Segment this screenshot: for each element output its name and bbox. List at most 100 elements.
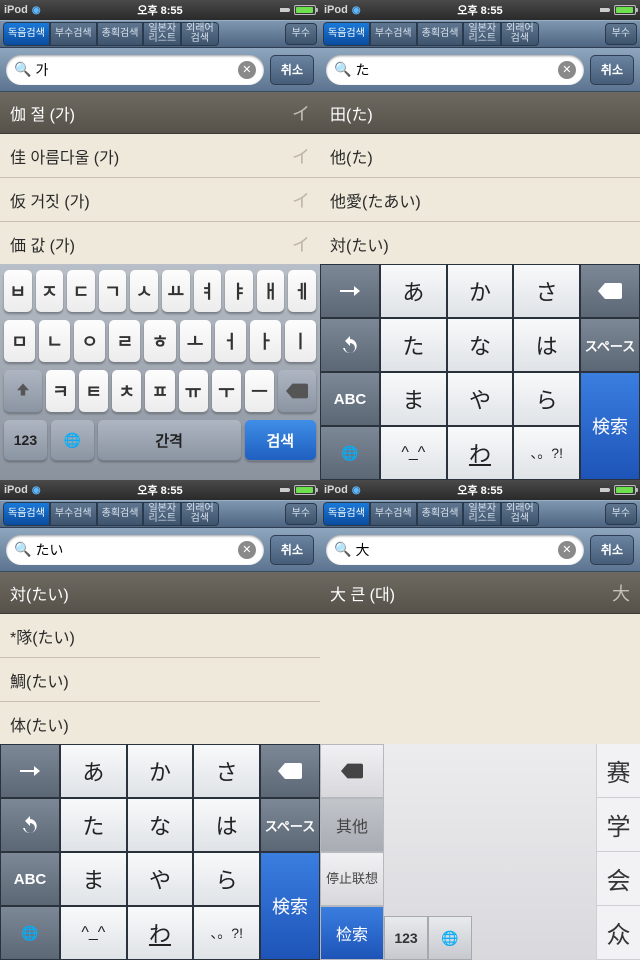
tab-stroke-search[interactable]: 총획검색: [97, 502, 144, 526]
cancel-button[interactable]: 취소: [270, 55, 314, 85]
key[interactable]: た: [60, 798, 127, 852]
key[interactable]: 、。?!: [513, 426, 580, 480]
candidate[interactable]: 众: [596, 906, 640, 960]
key[interactable]: ㅛ: [162, 270, 190, 312]
tab-loanword[interactable]: 외래어 검색: [181, 502, 219, 526]
tab-stroke-search[interactable]: 총획검색: [97, 22, 144, 46]
key[interactable]: た: [380, 318, 447, 372]
key[interactable]: ㅓ: [215, 320, 246, 362]
search-field[interactable]: 🔍 ✕: [6, 535, 264, 565]
key[interactable]: あ: [380, 264, 447, 318]
search-key[interactable]: 检索: [320, 906, 384, 960]
key[interactable]: ㅂ: [4, 270, 32, 312]
tab-loanword[interactable]: 외래어 검색: [501, 22, 539, 46]
cancel-button[interactable]: 취소: [590, 55, 634, 85]
tab-radical-search[interactable]: 부수검색: [370, 22, 417, 46]
key[interactable]: さ: [193, 744, 260, 798]
key[interactable]: ㄴ: [39, 320, 70, 362]
search-input[interactable]: [35, 542, 237, 558]
tab-loanword[interactable]: 외래어 검색: [181, 22, 219, 46]
key[interactable]: は: [193, 798, 260, 852]
search-key[interactable]: 検索: [580, 372, 640, 480]
key[interactable]: ㅔ: [288, 270, 316, 312]
key[interactable]: ^_^: [380, 426, 447, 480]
clear-icon[interactable]: ✕: [238, 541, 256, 559]
key[interactable]: ㅌ: [79, 370, 108, 412]
key[interactable]: か: [127, 744, 194, 798]
key[interactable]: ㅇ: [74, 320, 105, 362]
key[interactable]: ㅏ: [250, 320, 281, 362]
abc-key[interactable]: ABC: [320, 372, 380, 426]
search-field[interactable]: 🔍 ✕: [326, 535, 584, 565]
key[interactable]: ㄷ: [67, 270, 95, 312]
tab-reading-search[interactable]: 독음검색: [3, 502, 50, 526]
key[interactable]: ら: [193, 852, 260, 906]
tab-radical-search[interactable]: 부수검색: [370, 502, 417, 526]
tab-reading-search[interactable]: 독음검색: [323, 502, 370, 526]
other-key[interactable]: 其他: [320, 798, 384, 852]
tab-reading-search[interactable]: 독음검색: [323, 22, 370, 46]
key[interactable]: ㄱ: [99, 270, 127, 312]
key[interactable]: や: [127, 852, 194, 906]
tab-jp-list[interactable]: 일본자 리스트: [143, 22, 181, 46]
key[interactable]: ㅕ: [194, 270, 222, 312]
key[interactable]: ㅗ: [180, 320, 211, 362]
key[interactable]: ㅅ: [130, 270, 158, 312]
candidate[interactable]: 赛: [596, 744, 640, 798]
backspace-key[interactable]: [580, 264, 640, 318]
key[interactable]: な: [127, 798, 194, 852]
search-input[interactable]: [355, 542, 557, 558]
key[interactable]: ま: [380, 372, 447, 426]
search-key[interactable]: 検索: [260, 852, 320, 960]
key[interactable]: ま: [60, 852, 127, 906]
search-key[interactable]: 검색: [245, 420, 316, 460]
key[interactable]: ㅜ: [212, 370, 241, 412]
backspace-key[interactable]: [320, 744, 384, 798]
tab-radical-search[interactable]: 부수검색: [50, 502, 97, 526]
key[interactable]: ^_^: [60, 906, 127, 960]
space-key[interactable]: スペース: [580, 318, 640, 372]
num-key[interactable]: 123: [384, 916, 428, 960]
globe-key[interactable]: 🌐: [428, 916, 472, 960]
key[interactable]: は: [513, 318, 580, 372]
tab-stroke-search[interactable]: 총획검색: [417, 502, 464, 526]
space-key[interactable]: 간격: [98, 420, 241, 460]
key[interactable]: か: [447, 264, 514, 318]
arrow-key[interactable]: [320, 264, 380, 318]
tab-jp-list[interactable]: 일본자 리스트: [463, 22, 501, 46]
search-field[interactable]: 🔍 ✕: [326, 55, 584, 85]
tab-radical-search[interactable]: 부수검색: [50, 22, 97, 46]
tab-reading-search[interactable]: 독음검색: [3, 22, 50, 46]
key[interactable]: ㅎ: [144, 320, 175, 362]
search-field[interactable]: 🔍 ✕: [6, 55, 264, 85]
key[interactable]: ㅡ: [245, 370, 274, 412]
radical-button[interactable]: 부수: [285, 503, 317, 525]
globe-key[interactable]: 🌐: [0, 906, 60, 960]
undo-key[interactable]: [320, 318, 380, 372]
key[interactable]: わ: [127, 906, 194, 960]
key[interactable]: 、。?!: [193, 906, 260, 960]
arrow-key[interactable]: [0, 744, 60, 798]
radical-button[interactable]: 부수: [285, 23, 317, 45]
key[interactable]: な: [447, 318, 514, 372]
key[interactable]: わ: [447, 426, 514, 480]
stop-predict-key[interactable]: 停止联想: [320, 852, 384, 906]
backspace-key[interactable]: [278, 370, 316, 412]
cancel-button[interactable]: 취소: [590, 535, 634, 565]
key[interactable]: ㅊ: [112, 370, 141, 412]
key[interactable]: ㅠ: [179, 370, 208, 412]
globe-key[interactable]: 🌐: [320, 426, 380, 480]
key[interactable]: ら: [513, 372, 580, 426]
key[interactable]: ㅋ: [46, 370, 75, 412]
cancel-button[interactable]: 취소: [270, 535, 314, 565]
clear-icon[interactable]: ✕: [558, 541, 576, 559]
tab-jp-list[interactable]: 일본자 리스트: [143, 502, 181, 526]
abc-key[interactable]: ABC: [0, 852, 60, 906]
key[interactable]: さ: [513, 264, 580, 318]
key[interactable]: ㅁ: [4, 320, 35, 362]
clear-icon[interactable]: ✕: [558, 61, 576, 79]
num-key[interactable]: 123: [4, 420, 47, 460]
search-input[interactable]: [355, 62, 557, 78]
key[interactable]: ㅍ: [145, 370, 174, 412]
key[interactable]: ㅣ: [285, 320, 316, 362]
